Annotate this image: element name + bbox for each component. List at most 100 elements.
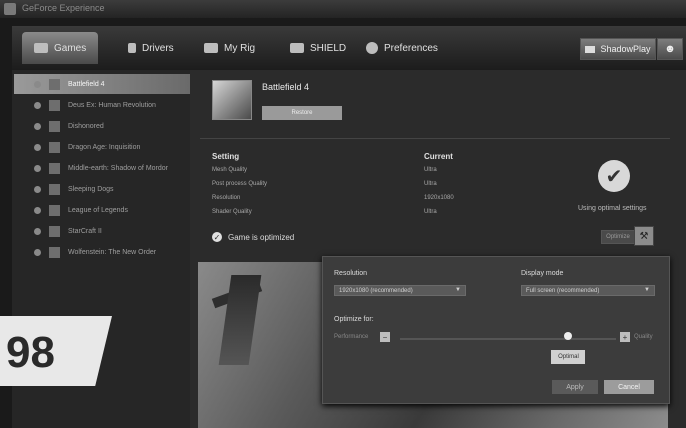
- customize-wrench-button[interactable]: ⚒: [634, 226, 654, 246]
- chevron-down-icon: ▼: [455, 287, 461, 293]
- sidebar-item[interactable]: Sleeping Dogs: [14, 179, 190, 199]
- tab-preferences[interactable]: Preferences: [366, 32, 438, 64]
- display-mode-label: Display mode: [521, 270, 564, 277]
- setting-value: Ultra: [424, 209, 437, 215]
- user-button[interactable]: ☻: [657, 38, 683, 60]
- setting-name: Post process Quality: [212, 181, 268, 187]
- sidebar-item[interactable]: Deus Ex: Human Revolution: [14, 95, 190, 115]
- sidebar-item-label: Middle-earth: Shadow of Mordor: [68, 164, 168, 172]
- restore-button[interactable]: Restore: [262, 106, 342, 120]
- plus-icon: +: [622, 332, 628, 342]
- checkmark-icon: ✓: [212, 232, 222, 242]
- status-dot-icon: [34, 80, 41, 88]
- tab-my-rig[interactable]: My Rig: [204, 32, 255, 64]
- game-thumbnail-icon: [49, 141, 60, 153]
- optimize-for-label: Optimize for:: [334, 316, 374, 323]
- resolution-dropdown[interactable]: 1920x1080 (recommended) ▼: [334, 285, 466, 296]
- shadowplay-label: ShadowPlay: [600, 44, 651, 54]
- cancel-button[interactable]: Cancel: [604, 380, 654, 394]
- sidebar-item-label: StarCraft II: [68, 227, 102, 235]
- tab-drivers[interactable]: Drivers: [128, 32, 174, 64]
- optimal-settings-text: Using optimal settings: [578, 205, 647, 212]
- apply-button[interactable]: Apply: [552, 380, 598, 394]
- sidebar-item-label: Deus Ex: Human Revolution: [68, 101, 156, 109]
- status-dot-icon: [34, 122, 41, 130]
- decrease-button[interactable]: −: [380, 332, 390, 342]
- game-cover-art: [212, 80, 252, 120]
- game-thumbnail-icon: [49, 225, 60, 237]
- divider: [200, 138, 670, 139]
- status-dot-icon: [34, 164, 41, 172]
- gears-icon: [366, 42, 378, 54]
- status-dot-icon: [34, 143, 41, 151]
- nvidia-logo-icon: [4, 3, 16, 15]
- optimize-button[interactable]: Optimize: [601, 230, 635, 244]
- setting-value: Ultra: [424, 181, 437, 187]
- sidebar-item[interactable]: Dishonored: [14, 116, 190, 136]
- tab-shield[interactable]: SHIELD: [290, 32, 346, 64]
- quality-label: Quality: [634, 334, 653, 340]
- game-thumbnail-icon: [49, 99, 60, 111]
- sidebar-item[interactable]: Wolfenstein: The New Order: [14, 242, 190, 262]
- tab-label: Drivers: [142, 42, 174, 54]
- window-title: GeForce Experience: [22, 3, 105, 13]
- setting-name: Shader Quality: [212, 209, 252, 215]
- game-thumbnail-icon: [49, 246, 60, 258]
- sidebar-item[interactable]: Dragon Age: Inquisition: [14, 137, 190, 157]
- tab-label: SHIELD: [310, 42, 347, 54]
- current-column-header: Current: [424, 152, 453, 161]
- minus-icon: −: [382, 332, 388, 342]
- resolution-value: 1920x1080 (recommended): [339, 287, 413, 294]
- setting-value: 1920x1080: [424, 195, 454, 201]
- tab-games[interactable]: Games: [22, 32, 99, 64]
- status-dot-icon: [34, 248, 41, 256]
- sidebar-item[interactable]: StarCraft II: [14, 221, 190, 241]
- user-icon: ☻: [664, 43, 676, 55]
- optimize-slider-track[interactable]: [400, 338, 616, 340]
- download-icon: [128, 43, 136, 53]
- sidebar-item[interactable]: Middle-earth: Shadow of Mordor: [14, 158, 190, 178]
- optimized-status-text: Game is optimized: [228, 233, 295, 242]
- resolution-label: Resolution: [334, 270, 368, 277]
- sidebar-item-battlefield-4[interactable]: Battlefield 4: [14, 74, 190, 94]
- optimal-check-icon: ✔: [598, 160, 630, 192]
- shadowplay-button[interactable]: ShadowPlay: [580, 38, 656, 60]
- tab-label: Games: [54, 42, 87, 54]
- page-number: 98: [6, 328, 55, 377]
- chevron-down-icon: ▼: [644, 287, 650, 293]
- game-thumbnail-icon: [49, 204, 60, 216]
- title-bar: GeForce Experience: [0, 0, 686, 18]
- performance-label: Performance: [334, 334, 369, 340]
- slider-tooltip: Optimal: [551, 350, 586, 364]
- game-thumbnail-icon: [49, 183, 60, 195]
- tab-label: My Rig: [224, 42, 256, 54]
- game-thumbnail-icon: [49, 162, 60, 174]
- status-dot-icon: [34, 185, 41, 193]
- sidebar-item-label: League of Legends: [68, 206, 128, 214]
- wrench-icon: ⚒: [639, 230, 649, 242]
- gamepad-icon: [34, 43, 48, 53]
- game-thumbnail-icon: [49, 78, 60, 90]
- tab-label: Preferences: [384, 42, 438, 54]
- setting-name: Resolution: [212, 195, 241, 201]
- game-thumbnail-icon: [49, 120, 60, 132]
- status-dot-icon: [34, 206, 41, 214]
- camera-icon: [585, 45, 596, 53]
- sidebar-item-label: Dishonored: [68, 122, 104, 130]
- monitor-icon: [204, 43, 218, 53]
- setting-column-header: Setting: [212, 152, 240, 161]
- shield-device-icon: [290, 43, 304, 53]
- status-dot-icon: [34, 101, 41, 109]
- setting-value: Ultra: [424, 167, 437, 173]
- display-mode-dropdown[interactable]: Full screen (recommended) ▼: [521, 285, 655, 296]
- sidebar-item-label: Battlefield 4: [68, 80, 105, 88]
- sidebar-item-label: Sleeping Dogs: [68, 185, 114, 193]
- sidebar-item[interactable]: League of Legends: [14, 200, 190, 220]
- status-dot-icon: [34, 227, 41, 235]
- increase-button[interactable]: +: [620, 332, 630, 342]
- game-title: Battlefield 4: [262, 82, 310, 92]
- sidebar-item-label: Dragon Age: Inquisition: [68, 143, 141, 151]
- sidebar-item-label: Wolfenstein: The New Order: [68, 248, 157, 256]
- setting-name: Mesh Quality: [212, 167, 248, 173]
- display-mode-value: Full screen (recommended): [526, 287, 600, 294]
